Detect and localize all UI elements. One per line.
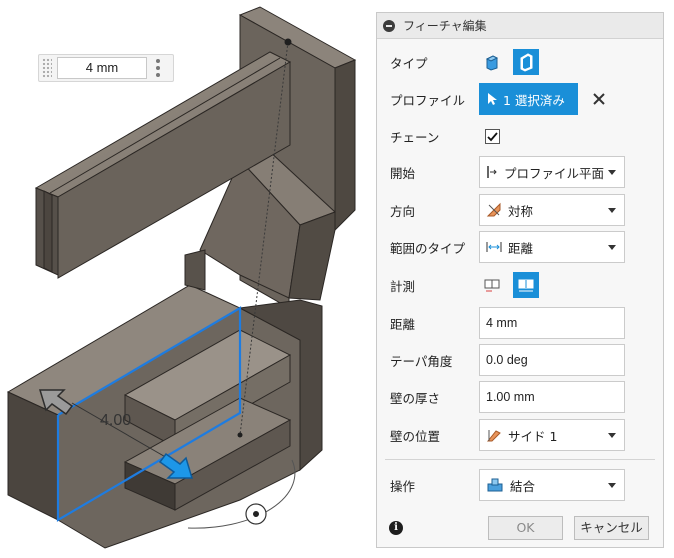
profile-selected-count: 1 選択済み [503,92,565,108]
dialog-header[interactable]: フィーチャ編集 [377,13,663,39]
wall-position-dropdown[interactable]: サイド 1 [479,419,625,451]
chevron-down-icon [608,245,616,250]
wall-position-value: サイド 1 [508,428,558,444]
checkmark-icon [487,131,498,141]
chevron-down-icon [608,483,616,488]
extent-type-value: 距離 [508,240,534,256]
profile-label: プロファイル [390,92,466,108]
extent-type-row: 範囲のタイプ 距離 [377,230,663,264]
more-options-icon[interactable] [156,59,160,77]
section-divider [385,459,655,460]
distance-icon [486,242,502,252]
model-canvas[interactable]: 4.00 [0,0,372,558]
dialog-footer: i OK キャンセル [377,513,663,547]
chevron-down-icon [608,208,616,213]
measure-whole-icon[interactable] [513,272,539,298]
direction-value: 対称 [508,203,534,219]
distance-manipulator-input[interactable]: 4 mm [57,57,147,79]
chain-checkbox[interactable] [485,128,500,144]
extent-type-dropdown[interactable]: 距離 [479,231,625,263]
type-label: タイプ [390,55,428,71]
type-solid-icon[interactable] [479,49,505,75]
dimension-label: 4.00 [100,412,131,429]
chain-label: チェーン [390,129,440,145]
distance-manipulator-box: 4 mm [38,54,174,82]
profile-select-button[interactable]: 1 選択済み [479,83,578,115]
wall-position-row: 壁の位置 サイド 1 [377,418,663,452]
operation-row: 操作 結合 [377,468,663,502]
join-icon [487,478,503,492]
cursor-icon [488,93,497,105]
profile-row: プロファイル 1 選択済み [377,82,663,116]
wall-position-label: 壁の位置 [390,428,441,444]
extent-type-label: 範囲のタイプ [390,240,466,256]
drag-grip-icon[interactable] [42,58,52,78]
start-label: 開始 [390,165,416,181]
distance-input[interactable]: 4 mm [479,307,625,339]
start-row: 開始 プロファイル平面 [377,155,663,189]
symmetric-icon [486,202,501,217]
side-one-icon [486,430,501,442]
ok-button[interactable]: OK [488,516,563,540]
chevron-down-icon [608,170,616,175]
direction-row: 方向 対称 [377,193,663,227]
clear-selection-icon[interactable] [591,91,607,107]
wall-thickness-input[interactable]: 1.00 mm [479,381,625,413]
start-dropdown[interactable]: プロファイル平面 [479,156,625,188]
dialog-title: フィーチャ編集 [403,19,487,33]
type-row: タイプ [377,45,663,79]
taper-row: テーパ角度 0.0 deg [377,343,663,377]
axis-point [284,38,292,46]
profile-plane-icon [487,166,497,178]
measure-label: 計測 [390,278,416,294]
wall-thickness-row: 壁の厚さ 1.00 mm [377,380,663,414]
operation-label: 操作 [390,478,416,494]
chain-row: チェーン [377,119,663,153]
feature-edit-dialog: フィーチャ編集 タイプ プロファイル 1 選択済み チェーン 開始 プロファイル… [376,12,664,548]
start-value: プロファイル平面 [504,165,605,181]
measure-one-side-icon[interactable] [479,272,505,298]
measure-row: 計測 [377,268,663,302]
taper-label: テーパ角度 [390,353,453,369]
direction-label: 方向 [390,203,416,219]
info-icon[interactable]: i [389,521,403,535]
chevron-down-icon [608,433,616,438]
taper-angle-input[interactable]: 0.0 deg [479,344,625,376]
type-thin-icon[interactable] [513,49,539,75]
model-viewport[interactable]: 4.00 4 mm [0,0,372,558]
operation-dropdown[interactable]: 結合 [479,469,625,501]
axis-point-lower [237,432,243,438]
wall-thickness-label: 壁の厚さ [390,390,441,406]
direction-dropdown[interactable]: 対称 [479,194,625,226]
distance-label: 距離 [390,316,416,332]
collapse-icon[interactable] [383,19,395,32]
operation-value: 結合 [510,478,536,494]
angle-handle-icon[interactable] [245,503,267,525]
distance-row: 距離 4 mm [377,306,663,340]
cancel-button[interactable]: キャンセル [574,516,649,540]
